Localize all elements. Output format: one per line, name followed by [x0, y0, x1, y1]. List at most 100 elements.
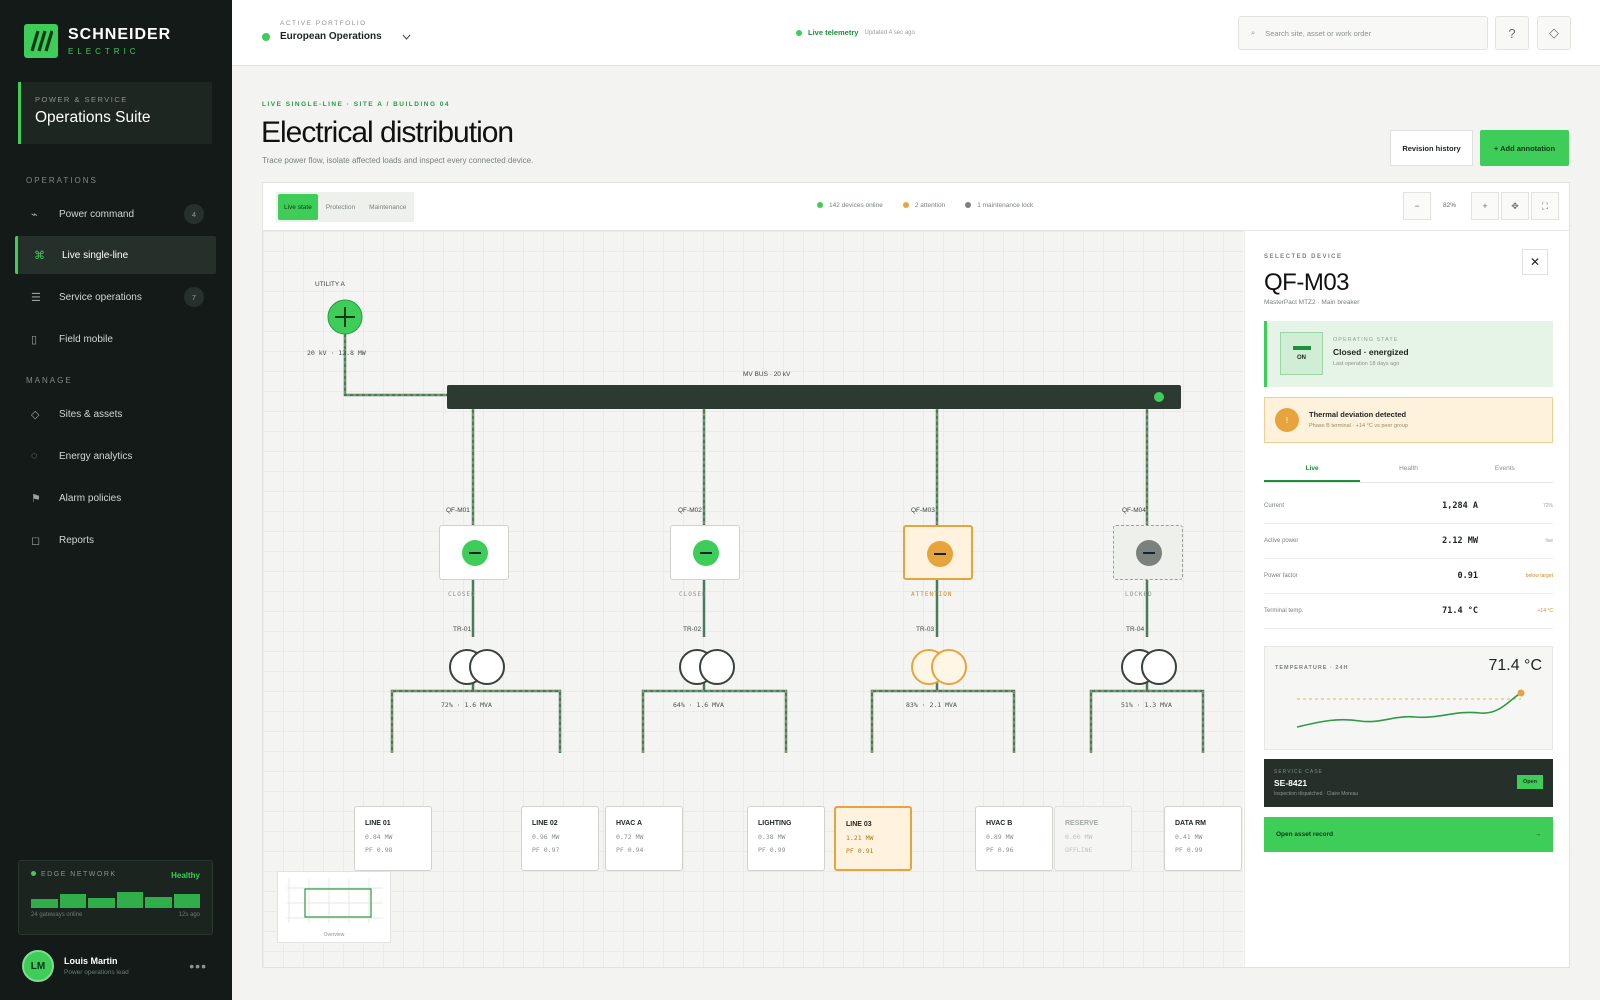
help-button[interactable]: ? [1495, 16, 1529, 50]
panel-toolbar: Live state Protection Maintenance 142 de… [263, 183, 1569, 231]
user-name: Louis Martin [64, 956, 118, 966]
breaker-qf-m03[interactable] [903, 525, 973, 580]
nav-item-live-single-line[interactable]: ⌘ Live single-line [15, 236, 216, 274]
thermal-alert[interactable]: ! Thermal deviation detected Phase B ter… [1264, 397, 1553, 443]
nav-item-alarm-policies[interactable]: ⚑ Alarm policies [15, 479, 216, 517]
temperature-card[interactable]: TEMPERATURE · 24H 71.4 °C [1264, 646, 1553, 750]
tab-live-state[interactable]: Live state [278, 194, 318, 220]
load-hvac-a[interactable]: HVAC A 0.72 MW PF 0.94 [605, 806, 683, 871]
tab-events[interactable]: Events [1457, 459, 1553, 482]
service-case-card[interactable]: SERVICE CASE SE-8421 Inspection dispatch… [1264, 759, 1553, 807]
breaker-locked-icon [1136, 540, 1162, 566]
breaker-qf-m01[interactable] [439, 525, 509, 580]
status-dot-icon [31, 871, 36, 876]
load-pf: PF 0.94 [616, 846, 644, 854]
load-power: 1.21 MW [846, 834, 874, 842]
add-annotation-button[interactable]: + Add annotation [1480, 130, 1569, 166]
zoom-out-button[interactable]: − [1403, 192, 1431, 220]
search-input[interactable]: ⌕ Search site, asset or work order [1238, 16, 1488, 50]
move-icon: ✥ [1511, 200, 1519, 211]
revision-history-button[interactable]: Revision history [1390, 130, 1473, 166]
pan-button[interactable]: ✥ [1501, 192, 1529, 220]
nav-item-field-mobile[interactable]: ▯ Field mobile [15, 320, 216, 358]
breaker-state: CLOSED [679, 591, 707, 598]
legend-item: 1 maintenance lock [965, 202, 1033, 209]
suite-switcher[interactable]: POWER & SERVICE Operations Suite [18, 82, 212, 144]
fullscreen-button[interactable]: ⛶ [1531, 192, 1559, 220]
load-lighting[interactable]: LIGHTING 0.38 MW PF 0.99 [747, 806, 825, 871]
breaker-label: QF-M04 [1122, 507, 1146, 514]
edge-sparkbars [31, 888, 200, 908]
nav-section-manage: MANAGE [26, 376, 73, 385]
open-case-button[interactable]: Open [1517, 775, 1543, 789]
load-hvac-b[interactable]: HVAC B 0.89 MW PF 0.96 [975, 806, 1053, 871]
temperature-sparkline [1296, 689, 1525, 728]
edge-network-card[interactable]: EDGE NETWORK Healthy 24 gateways online … [18, 860, 213, 935]
edge-foot-left: 24 gateways online [31, 912, 83, 918]
close-button[interactable]: ✕ [1522, 249, 1548, 275]
breaker-qf-m04[interactable] [1113, 525, 1183, 580]
nav-item-power-command[interactable]: ⌁ Power command 4 [15, 195, 216, 233]
nav-item-energy-analytics[interactable]: ◌ Energy analytics [15, 437, 216, 475]
suite-caption: POWER & SERVICE [35, 95, 128, 104]
open-asset-record-button[interactable]: Open asset record → [1264, 817, 1553, 852]
edge-bar [59, 894, 86, 908]
load-name: HVAC B [986, 820, 1013, 827]
load-name: LINE 01 [365, 820, 391, 827]
topbar: ACTIVE PORTFOLIO European Operations Liv… [232, 0, 1600, 66]
minimap[interactable]: Overview [277, 871, 391, 943]
tab-maintenance[interactable]: Maintenance [363, 194, 412, 220]
minimap-label: Overview [323, 932, 345, 938]
switch-label: ON [1297, 355, 1306, 361]
device-title: QF-M03 [1264, 269, 1350, 296]
tab-protection[interactable]: Protection [320, 194, 361, 220]
load-pf: PF 0.97 [532, 846, 560, 854]
edge-bar [88, 898, 115, 908]
brand-logo[interactable]: SCHNEIDER ELECTRIC [24, 24, 171, 58]
tab-health[interactable]: Health [1360, 459, 1456, 482]
legend-text: 142 devices online [829, 202, 883, 209]
expand-icon: ⛶ [1541, 200, 1549, 211]
load-data-rm[interactable]: DATA RM 0.41 MW PF 0.99 [1164, 806, 1242, 871]
page-title: Electrical distribution [261, 116, 514, 149]
nav-item-label: Sites & assets [59, 408, 123, 420]
mv-bus-bar [447, 385, 1181, 409]
telemetry-label: Live telemetry [808, 28, 859, 37]
operating-state-card: ON OPERATING STATE Closed · energized La… [1264, 321, 1553, 387]
notifications-button[interactable]: ◇ [1537, 16, 1571, 50]
transformer-info: 51% · 1.3 MVA [1121, 701, 1172, 709]
portfolio-selector[interactable]: ACTIVE PORTFOLIO European Operations [262, 20, 411, 42]
edge-foot-right: 12s ago [178, 912, 200, 918]
nav-item-service-operations[interactable]: ☰ Service operations 7 [15, 278, 216, 316]
tab-live[interactable]: Live [1264, 459, 1361, 482]
op-value: Closed · energized [1333, 347, 1409, 357]
load-line-03[interactable]: LINE 03 1.21 MW PF 0.91 [834, 806, 912, 871]
breaker-closed-icon [462, 540, 488, 566]
nav-item-reports[interactable]: ◻ Reports [15, 521, 216, 559]
breaker-label: QF-M03 [911, 507, 935, 514]
load-line-02[interactable]: LINE 02 0.96 MW PF 0.97 [521, 806, 599, 871]
single-line-diagram[interactable]: UTILITY A 20 kV · 12.8 MW MV BUS · 20 kV… [263, 231, 1243, 967]
search-icon: ⌕ [1251, 28, 1256, 37]
load-reserve[interactable]: RESERVE 0.00 MW OFFLINE [1054, 806, 1132, 871]
load-name: HVAC A [616, 820, 643, 827]
nav-item-sites-assets[interactable]: ◇ Sites & assets [15, 395, 216, 433]
utility-source [327, 299, 363, 335]
breaker-state: CLOSED [448, 591, 476, 598]
more-icon[interactable]: ••• [189, 958, 207, 974]
zoom-in-button[interactable]: + [1471, 192, 1499, 220]
op-sub: Last operation 18 days ago [1333, 361, 1400, 367]
transformer-label: TR-04 [1126, 626, 1145, 633]
load-line-01[interactable]: LINE 01 0.84 MW PF 0.98 [354, 806, 432, 871]
load-name: RESERVE [1065, 820, 1099, 827]
user-profile[interactable]: LM Louis Martin Power operations lead ••… [22, 950, 207, 982]
breaker-qf-m02[interactable] [670, 525, 740, 580]
brand-sub: ELECTRIC [68, 47, 140, 56]
metric-label: Power factor [1264, 573, 1298, 579]
device-subtitle: MasterPact MTZ2 · Main breaker [1264, 299, 1360, 306]
metric-extra: 72% [1542, 503, 1553, 509]
sidebar: SCHNEIDER ELECTRIC POWER & SERVICE Opera… [0, 0, 232, 1000]
load-power: 0.38 MW [758, 833, 786, 841]
telemetry-updated: Updated 4 sec ago [864, 29, 915, 36]
metric-row: Active power 2.12 MW live [1264, 524, 1553, 559]
